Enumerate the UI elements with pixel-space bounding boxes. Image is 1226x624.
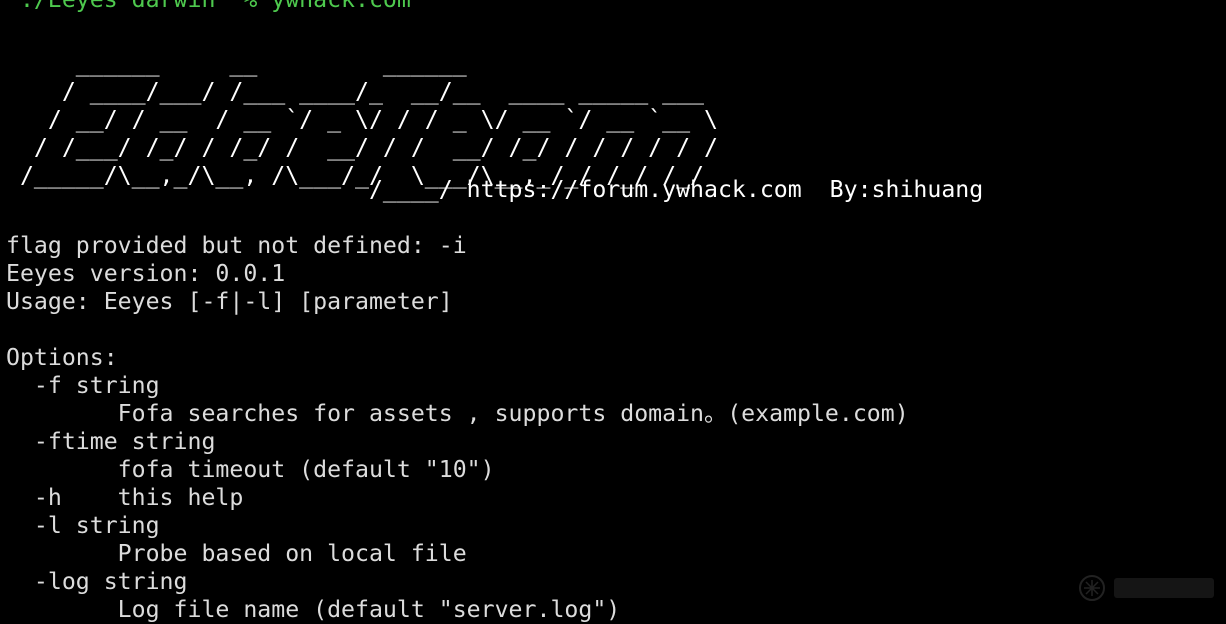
option-line: Fofa searches for assets , supports doma…	[6, 400, 909, 427]
options-header: Options:	[6, 344, 118, 371]
banner-line: / /___/ /_/ / /_/ / __/ / / __/ /_/ / / …	[6, 134, 718, 161]
option-line: -ftime string	[6, 428, 216, 455]
banner-url-line: /____/ https://forum.ywhack.com By:shihu…	[6, 176, 984, 203]
option-line: Log file name (default "server.log")	[6, 596, 621, 623]
terminal-window[interactable]: ./Eeyes darwin % ywhack.com ______ __ __…	[0, 0, 1226, 624]
option-line: -f string	[6, 372, 160, 399]
error-message: flag provided but not defined: -i	[6, 232, 467, 259]
option-line: -l string	[6, 512, 160, 539]
banner-line: / __/ / __ / __ `/ _ \/ / / _ \/ __ `/ _…	[6, 106, 718, 133]
option-line: -log string	[6, 568, 188, 595]
banner-line: / ____/___/ /___ ____/_ __/__ ____ _____…	[6, 78, 705, 105]
option-line: Probe based on local file	[6, 540, 467, 567]
usage-text: Usage: Eeyes [-f|-l] [parameter]	[6, 288, 453, 315]
version-text: Eeyes version: 0.0.1	[6, 260, 286, 287]
community-logo-icon	[1079, 575, 1214, 601]
command-prompt: ./Eeyes darwin % ywhack.com	[6, 0, 411, 14]
banner-line: ______ __ ______	[6, 50, 467, 77]
option-line: -h this help	[6, 484, 244, 511]
option-line: fofa timeout (default "10")	[6, 456, 495, 483]
